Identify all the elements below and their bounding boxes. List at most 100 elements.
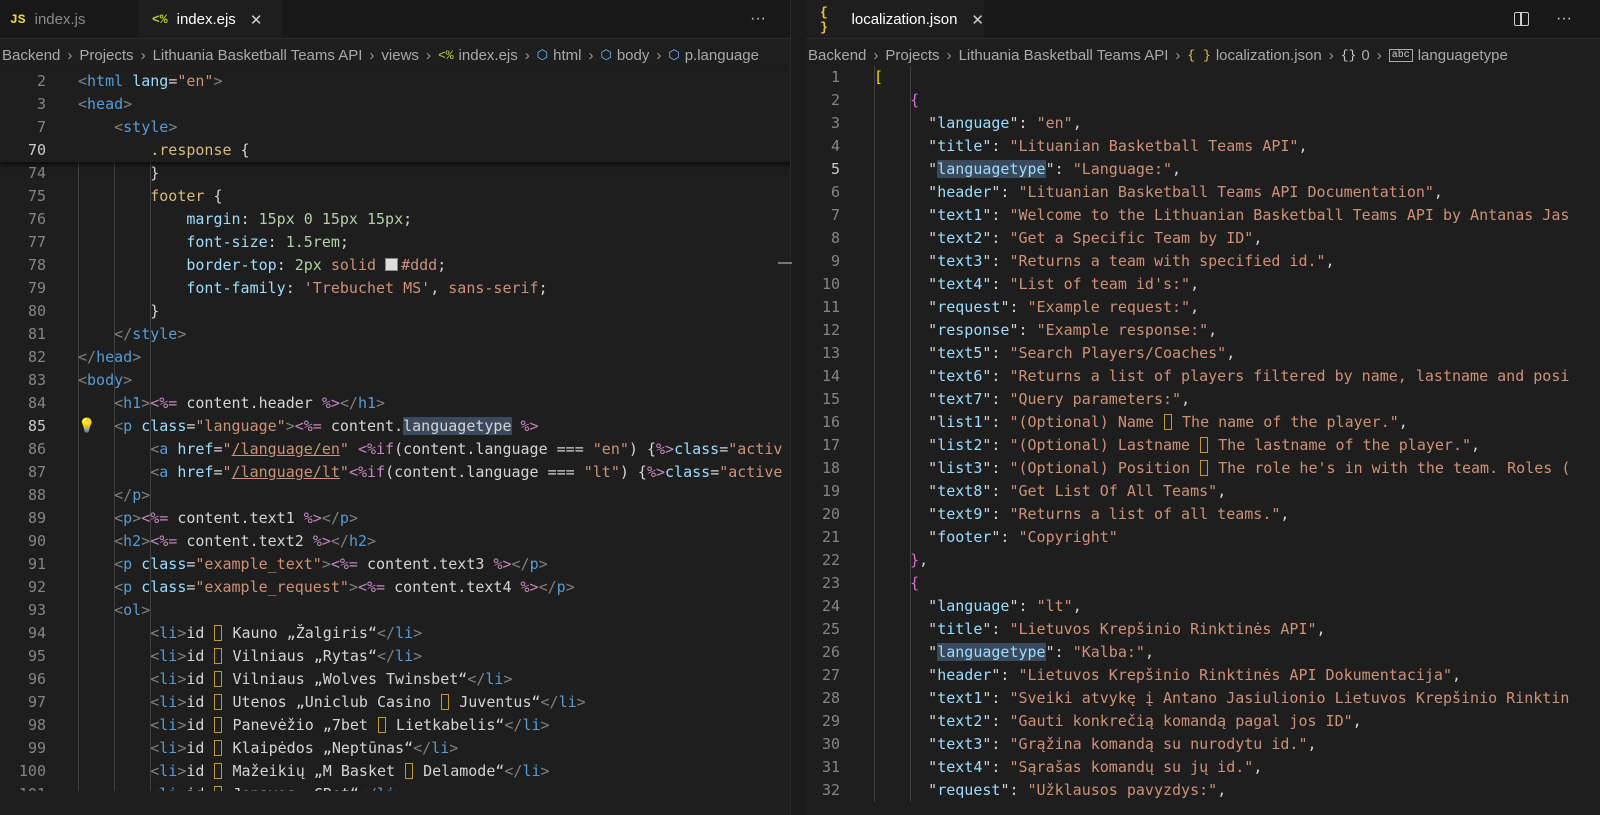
- code-line[interactable]: 99 <li>id Klaipėdos „Neptūnas“</li>: [0, 737, 790, 760]
- breadcrumb-item[interactable]: localization.json: [1216, 47, 1322, 64]
- breadcrumb-item[interactable]: Projects: [79, 47, 133, 64]
- code-line[interactable]: 15 "text7": "Query parameters:",: [806, 388, 1600, 411]
- code-line[interactable]: 19 "text8": "Get List Of All Teams",: [806, 480, 1600, 503]
- code-line[interactable]: 92 <p class="example_request"><%= conten…: [0, 576, 790, 599]
- more-actions-button[interactable]: ···: [1556, 0, 1572, 38]
- code-line[interactable]: 2 {: [806, 89, 1600, 112]
- breadcrumb-item[interactable]: Projects: [885, 47, 939, 64]
- code-line[interactable]: 5 "languagetype": "Language:",: [806, 158, 1600, 181]
- code-text: "language": "en",: [874, 114, 1082, 132]
- tab-index-ejs[interactable]: <% index.ejs ✕: [138, 0, 282, 38]
- line-number: 97: [27, 693, 46, 711]
- code-line[interactable]: 24 "language": "lt",: [806, 595, 1600, 618]
- code-line[interactable]: 75 footer {: [0, 185, 790, 208]
- code-line[interactable]: 87 <a href="/language/lt"<%if(content.la…: [0, 461, 790, 484]
- code-line[interactable]: 23 {: [806, 572, 1600, 595]
- code-line[interactable]: 21 "footer": "Copyright": [806, 526, 1600, 549]
- code-line[interactable]: 7 <style>: [0, 116, 790, 139]
- breadcrumb-item[interactable]: body: [617, 47, 650, 64]
- code-line[interactable]: 12 "response": "Example response:",: [806, 319, 1600, 342]
- code-line[interactable]: 90 <h2><%= content.text2 %></h2>: [0, 530, 790, 553]
- code-line[interactable]: 77 font-size: 1.5rem;: [0, 231, 790, 254]
- code-line[interactable]: 14 "text6": "Returns a list of players f…: [806, 365, 1600, 388]
- breadcrumb-item[interactable]: Lithuania Basketball Teams API: [959, 47, 1169, 64]
- code-line[interactable]: 32 "request": "Užklausos pavyzdys:",: [806, 779, 1600, 802]
- code-line[interactable]: 91 <p class="example_text"><%= content.t…: [0, 553, 790, 576]
- code-line[interactable]: 98 <li>id Panevėžio „7bet Lietkabelis“</…: [0, 714, 790, 737]
- code-line[interactable]: 11 "request": "Example request:",: [806, 296, 1600, 319]
- editor-group-divider[interactable]: [778, 0, 806, 815]
- code-line[interactable]: 81 </style>: [0, 323, 790, 346]
- code-line[interactable]: 18 "list3": "(Optional) Position The rol…: [806, 457, 1600, 480]
- breadcrumb-item[interactable]: html: [553, 47, 581, 64]
- code-line[interactable]: 28 "text1": "Sveiki atvykę į Antano Jasi…: [806, 687, 1600, 710]
- code-line[interactable]: 29 "text2": "Gauti konkrečią komandą pag…: [806, 710, 1600, 733]
- code-line[interactable]: 22 },: [806, 549, 1600, 572]
- code-line[interactable]: 20 "text9": "Returns a list of all teams…: [806, 503, 1600, 526]
- code-line[interactable]: 3 <head>: [0, 93, 790, 116]
- tab-localization-json[interactable]: { } localization.json ✕: [806, 0, 984, 38]
- code-line[interactable]: 31 "text4": "Sąrašas komandų su jų id.",: [806, 756, 1600, 779]
- code-line[interactable]: 7 "text1": "Welcome to the Lithuanian Ba…: [806, 204, 1600, 227]
- code-line[interactable]: 85 💡 <p class="language"><%= content.lang…: [0, 415, 790, 438]
- code-line[interactable]: 26 "languagetype": "Kalba:",: [806, 641, 1600, 664]
- code-line[interactable]: 16 "list1": "(Optional) Name The name of…: [806, 411, 1600, 434]
- code-line[interactable]: 2 <html lang="en">: [0, 70, 790, 93]
- line-number: 7: [830, 206, 840, 224]
- code-line[interactable]: 96 <li>id Vilniaus „Wolves Twinsbet“</li…: [0, 668, 790, 691]
- code-line[interactable]: 93 <ol>: [0, 599, 790, 622]
- line-number: 99: [27, 739, 46, 757]
- ellipsis-icon: ···: [1556, 10, 1572, 27]
- code-line[interactable]: 3 "language": "en",: [806, 112, 1600, 135]
- code-line[interactable]: 82 </head>: [0, 346, 790, 369]
- code-line[interactable]: 8 "text2": "Get a Specific Team by ID",: [806, 227, 1600, 250]
- code-line[interactable]: 17 "list2": "(Optional) Lastname The las…: [806, 434, 1600, 457]
- tab-index-js[interactable]: JS index.js: [0, 0, 138, 38]
- code-line[interactable]: 88 </p>: [0, 484, 790, 507]
- code-line[interactable]: 6 "header": "Lituanian Basketball Teams …: [806, 181, 1600, 204]
- code-line[interactable]: 74 }: [0, 162, 790, 185]
- code-line[interactable]: 86 <a href="/language/en" <%if(content.l…: [0, 438, 790, 461]
- breadcrumb-item[interactable]: Lithuania Basketball Teams API: [153, 47, 363, 64]
- code-line[interactable]: 1[: [806, 66, 1600, 89]
- more-actions-button[interactable]: ···: [750, 0, 766, 38]
- code-line[interactable]: 9 "text3": "Returns a team with specifie…: [806, 250, 1600, 273]
- code-line[interactable]: 89 <p><%= content.text1 %></p>: [0, 507, 790, 530]
- breadcrumb-item[interactable]: Backend: [2, 47, 60, 64]
- breadcrumb-item[interactable]: views: [381, 47, 419, 64]
- code-line[interactable]: 95 <li>id Vilniaus „Rytas“</li>: [0, 645, 790, 668]
- breadcrumb-item[interactable]: Backend: [808, 47, 866, 64]
- breadcrumb-item[interactable]: 0: [1361, 47, 1369, 64]
- breadcrumb-item[interactable]: index.ejs: [459, 47, 518, 64]
- code-editor[interactable]: 73 margin-left: 15px; 74 } 75 footer { 7…: [0, 150, 790, 791]
- code-line[interactable]: 101 <li>id Jonavos „CBet“</li>: [0, 783, 790, 791]
- code-line[interactable]: 79 font-family: 'Trebuchet MS', sans-ser…: [0, 277, 790, 300]
- code-line[interactable]: 78 border-top: 2px solid #ddd;: [0, 254, 790, 277]
- chevron-right-icon: ›: [425, 46, 431, 64]
- code-line[interactable]: 94 <li>id Kauno „Žalgiris“</li>: [0, 622, 790, 645]
- breadcrumb-item[interactable]: languagetype: [1418, 47, 1508, 64]
- code-line[interactable]: 4 "title": "Lituanian Basketball Teams A…: [806, 135, 1600, 158]
- code-line[interactable]: 25 "title": "Lietuvos Krepšinio Rinktinė…: [806, 618, 1600, 641]
- code-line[interactable]: 76 margin: 15px 0 15px 15px;: [0, 208, 790, 231]
- code-line[interactable]: 80 }: [0, 300, 790, 323]
- close-icon[interactable]: ✕: [250, 11, 263, 29]
- code-text: }: [78, 302, 160, 320]
- color-swatch-icon[interactable]: [385, 258, 399, 271]
- code-line[interactable]: 30 "text3": "Grąžina komandą su nurodytu…: [806, 733, 1600, 756]
- code-line[interactable]: 27 "header": "Lietuvos Krepšinio Rinktin…: [806, 664, 1600, 687]
- code-editor[interactable]: 1[ 2 { 3 "language": "en", 4 "title": "L…: [806, 66, 1600, 802]
- code-text: <li>id Vilniaus „Wolves Twinsbet“</li>: [150, 670, 513, 688]
- code-line[interactable]: 13 "text5": "Search Players/Coaches",: [806, 342, 1600, 365]
- code-line[interactable]: 84 <h1><%= content.header %></h1>: [0, 392, 790, 415]
- code-line[interactable]: 100 <li>id Mažeikių „M Basket Delamode“<…: [0, 760, 790, 783]
- code-line[interactable]: 97 <li>id Utenos „Uniclub Casino Juventu…: [0, 691, 790, 714]
- breadcrumb-item[interactable]: p.language: [685, 47, 759, 64]
- code-line[interactable]: 83 <body>: [0, 369, 790, 392]
- split-editor-button[interactable]: [1514, 0, 1529, 38]
- code-line[interactable]: 10 "text4": "List of team id's:",: [806, 273, 1600, 296]
- close-icon[interactable]: ✕: [971, 11, 984, 29]
- line-number: 24: [821, 597, 840, 615]
- code-text: <a href="/language/en" <%if(content.lang…: [150, 440, 783, 458]
- code-line[interactable]: 70 .response {: [0, 139, 790, 162]
